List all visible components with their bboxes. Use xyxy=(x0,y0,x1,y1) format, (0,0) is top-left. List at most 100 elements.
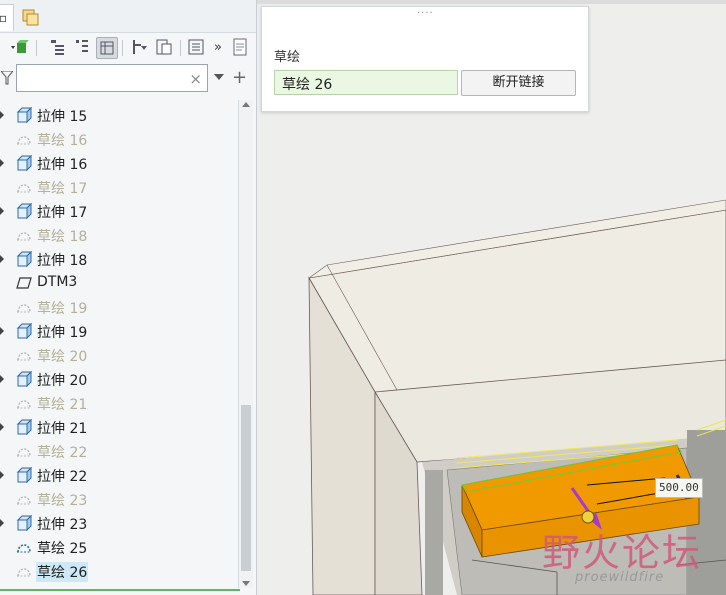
expand-arrow-icon[interactable] xyxy=(0,158,4,168)
tree-item-label: 拉伸 21 xyxy=(37,421,88,437)
sort-icon[interactable] xyxy=(130,37,150,57)
watermark-logo: 野火论坛 xyxy=(542,531,703,575)
add-icon[interactable]: + xyxy=(232,67,247,88)
expand-arrow-icon[interactable] xyxy=(0,326,4,336)
model-tree-panel: ▫ » × + 拉伸 15 草绘 16 拉伸 16 草绘 17 拉伸 17 草绘… xyxy=(0,0,257,595)
tree-item[interactable]: 拉伸 21 xyxy=(0,415,240,439)
tree-item-label: DTM3 xyxy=(37,274,78,290)
tree-item[interactable]: 拉伸 22 xyxy=(0,463,240,487)
show-all-icon[interactable] xyxy=(154,37,174,57)
extrude-icon xyxy=(16,370,33,388)
tree-item[interactable]: 草绘 20 xyxy=(0,343,240,367)
expand-arrow-icon[interactable] xyxy=(0,110,4,120)
tree-item[interactable]: 拉伸 17 xyxy=(0,199,240,223)
filter-icon[interactable] xyxy=(1,71,13,85)
scroll-down-icon[interactable] xyxy=(242,581,250,586)
tree-item[interactable]: 拉伸 19 xyxy=(0,319,240,343)
tree-item-label: 草绘 25 xyxy=(37,541,88,557)
viewport-top-strip xyxy=(257,0,726,4)
tree-item[interactable]: 草绘 22 xyxy=(0,439,240,463)
tree-filter-icon[interactable] xyxy=(48,37,68,57)
tab-model-tree[interactable]: ▫ xyxy=(0,4,14,31)
toolbar-separator xyxy=(122,40,123,56)
tree-item-label: 拉伸 17 xyxy=(37,205,88,221)
expand-arrow-icon[interactable] xyxy=(0,374,4,384)
tree-item-label: 拉伸 20 xyxy=(37,373,88,389)
tree-item[interactable]: 草绘 26 xyxy=(0,559,240,583)
scrollbar-thumb[interactable] xyxy=(241,405,251,571)
tree-item[interactable]: 拉伸 18 xyxy=(0,247,240,271)
dimension-label[interactable]: 500.00 xyxy=(655,478,703,498)
search-input[interactable]: × xyxy=(16,64,208,92)
sketch-icon xyxy=(16,347,32,363)
clear-icon[interactable]: × xyxy=(189,70,202,88)
sketch-icon xyxy=(16,227,32,243)
panel-tabbar: ▫ xyxy=(0,0,256,33)
sketch-icon xyxy=(16,563,32,579)
tree-item[interactable]: 拉伸 20 xyxy=(0,367,240,391)
tree-item[interactable]: 草绘 17 xyxy=(0,175,240,199)
watermark-url: proewildfire xyxy=(575,570,665,585)
tree-item[interactable]: 拉伸 16 xyxy=(0,151,240,175)
sketch-icon xyxy=(16,395,32,411)
sketch-reference-value: 草绘 26 xyxy=(282,77,333,93)
properties-panel: ···· 草绘 草绘 26 断开链接 xyxy=(261,6,589,112)
tree-item[interactable]: DTM3 xyxy=(0,271,240,295)
extrude-icon xyxy=(16,466,33,484)
tree-item-label: 拉伸 19 xyxy=(37,325,88,341)
tree-item[interactable]: 草绘 23 xyxy=(0,487,240,511)
extrude-icon xyxy=(16,322,33,340)
layers-icon xyxy=(22,9,39,26)
tree-item-label: 草绘 26 xyxy=(36,562,89,582)
expand-arrow-icon[interactable] xyxy=(0,206,4,216)
notes-icon[interactable] xyxy=(230,37,250,57)
expand-arrow-icon[interactable] xyxy=(0,254,4,264)
extrude-icon xyxy=(16,154,33,172)
more-icon[interactable]: » xyxy=(208,37,228,57)
tree-item[interactable]: 草绘 19 xyxy=(0,295,240,319)
expand-arrow-icon[interactable] xyxy=(0,470,4,480)
tab-layers[interactable] xyxy=(20,6,42,28)
graphics-viewport[interactable]: 500.00 ···· 草绘 草绘 26 断开链接 野火论坛 proewildf… xyxy=(257,0,726,595)
extrude-icon xyxy=(16,514,33,532)
scroll-up-icon[interactable] xyxy=(242,102,250,107)
tree-columns-icon[interactable] xyxy=(72,37,92,57)
tree-item-label: 拉伸 15 xyxy=(37,109,88,125)
extrude-icon xyxy=(16,106,33,124)
tree-item-label: 草绘 22 xyxy=(37,445,88,461)
sketch-icon xyxy=(16,443,32,459)
sketch-reference-field[interactable]: 草绘 26 xyxy=(274,70,458,95)
extrude-icon xyxy=(16,418,33,436)
chevron-down-icon[interactable] xyxy=(214,74,224,80)
tree-item[interactable]: 拉伸 15 xyxy=(0,103,240,127)
tree-item-label: 草绘 23 xyxy=(37,493,88,509)
tree-item-label: 草绘 19 xyxy=(37,301,88,317)
drag-handle-icon[interactable]: ···· xyxy=(417,8,434,19)
tree-item[interactable]: 拉伸 23 xyxy=(0,511,240,535)
settings-icon[interactable] xyxy=(96,37,118,59)
tree-columns-icon[interactable] xyxy=(186,37,206,57)
tree-item[interactable]: 草绘 18 xyxy=(0,223,240,247)
extrude-icon xyxy=(16,202,33,220)
toolbar-separator xyxy=(180,40,181,56)
tree-item[interactable]: 草绘 21 xyxy=(0,391,240,415)
properties-title: 草绘 xyxy=(274,50,301,65)
tree-item-label: 草绘 21 xyxy=(37,397,88,413)
expand-arrow-icon[interactable] xyxy=(0,518,4,528)
tab-model-tree-label: ▫ xyxy=(0,11,8,25)
tree-item-label: 草绘 16 xyxy=(37,133,88,149)
show-icon[interactable] xyxy=(10,37,30,57)
tree-item[interactable]: 草绘 25 xyxy=(0,535,240,559)
tree-item-label: 拉伸 16 xyxy=(37,157,88,173)
tree-item[interactable]: 草绘 16 xyxy=(0,127,240,151)
sketch-icon xyxy=(16,299,32,315)
break-link-button[interactable]: 断开链接 xyxy=(461,70,576,96)
tree-scrollbar[interactable] xyxy=(238,100,253,588)
datum-plane-icon xyxy=(16,275,32,291)
expand-arrow-icon[interactable] xyxy=(0,422,4,432)
sketch-icon xyxy=(16,491,32,507)
tree-item-label: 拉伸 22 xyxy=(37,469,88,485)
extrude-icon xyxy=(16,250,33,268)
tree-item-label: 拉伸 18 xyxy=(37,253,88,269)
search-row: × + xyxy=(0,64,256,94)
